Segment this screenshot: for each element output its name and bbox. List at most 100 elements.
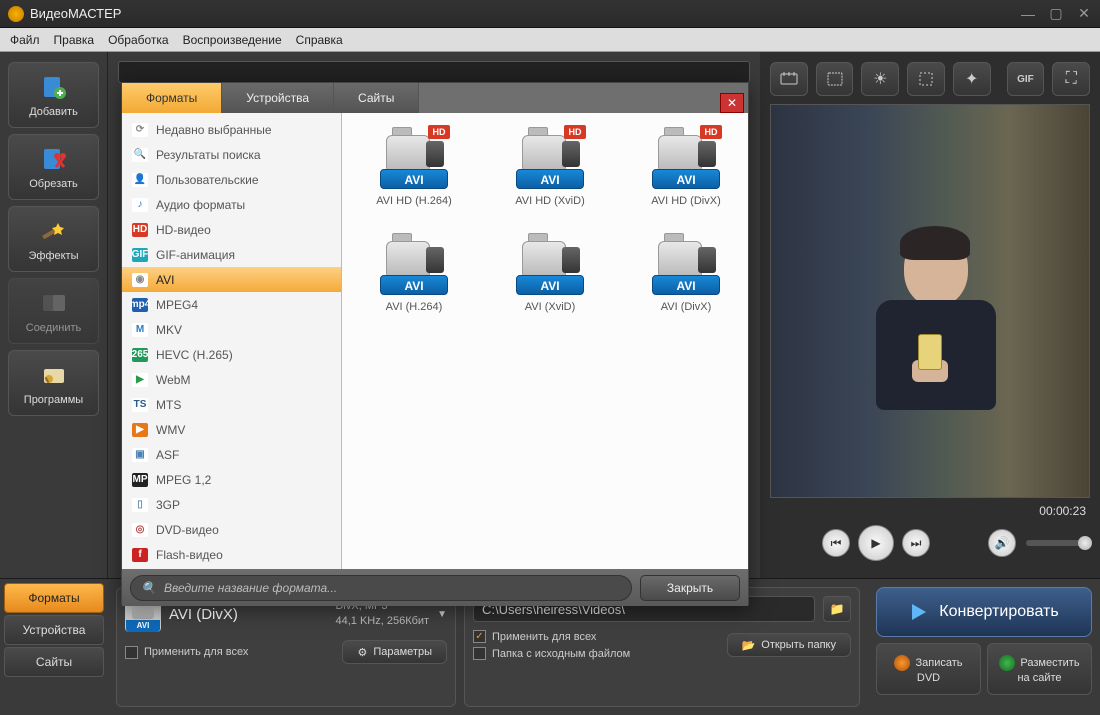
dialog-footer: 🔍 Введите название формата... Закрыть: [122, 569, 748, 606]
format-search-input[interactable]: 🔍 Введите название формата...: [130, 575, 632, 601]
category-icon: ♪: [132, 198, 148, 212]
prev-button[interactable]: ⏮: [822, 529, 850, 557]
category-icon: ▶: [132, 423, 148, 437]
gif-button[interactable]: GIF: [1007, 62, 1045, 96]
format-dialog: ФорматыУстройстваСайты ✕ ⟳Недавно выбранн…: [121, 82, 749, 605]
format-apply-all-checkbox[interactable]: Применить для всех: [125, 646, 248, 659]
dialog-x-button[interactable]: ✕: [720, 93, 744, 113]
category-icon: 🔍: [132, 148, 148, 162]
category-icon: TS: [132, 398, 148, 412]
category-QuickTime (MOV)[interactable]: QQuickTime (MOV): [122, 567, 341, 569]
category-icon: 👤: [132, 173, 148, 187]
open-folder-button[interactable]: 📂Открыть папку: [727, 633, 851, 657]
category-WebM[interactable]: ▶WebM: [122, 367, 341, 392]
format-AVI HD (XviD)[interactable]: AVIHDAVI HD (XviD): [502, 127, 598, 207]
crop-button[interactable]: [907, 62, 945, 96]
format-AVI HD (DivX)[interactable]: AVIHDAVI HD (DivX): [638, 127, 734, 207]
category-MPEG4[interactable]: mp4MPEG4: [122, 292, 341, 317]
crop-icon: [39, 144, 69, 174]
speed-button[interactable]: ✦: [953, 62, 991, 96]
category-MTS[interactable]: TSMTS: [122, 392, 341, 417]
volume-button[interactable]: 🔊: [988, 529, 1016, 557]
dialog-close-button[interactable]: Закрыть: [640, 575, 740, 601]
category-MKV[interactable]: MMKV: [122, 317, 341, 342]
category-icon: ⟳: [132, 123, 148, 137]
publish-button[interactable]: Разместить на сайте: [987, 643, 1092, 695]
category-Результаты поиска[interactable]: 🔍Результаты поиска: [122, 142, 341, 167]
category-icon: ▣: [132, 448, 148, 462]
category-3GP[interactable]: ▯3GP: [122, 492, 341, 517]
footer-tabs: ФорматыУстройстваСайты: [0, 579, 108, 715]
maximize-button[interactable]: ▢: [1048, 7, 1064, 21]
format-AVI (DivX)[interactable]: AVIAVI (DivX): [638, 233, 734, 313]
next-button[interactable]: ⏭: [902, 529, 930, 557]
category-HD-видео[interactable]: HDHD-видео: [122, 217, 341, 242]
left-toolbar: ДобавитьОбрезатьЭффектыСоединитьПрограмм…: [0, 52, 108, 578]
brightness-button[interactable]: ☀: [861, 62, 899, 96]
browse-button[interactable]: 📁: [823, 596, 851, 622]
volume-slider[interactable]: [1026, 540, 1086, 546]
enhance2-button[interactable]: [816, 62, 854, 96]
category-Недавно выбранные[interactable]: ⟳Недавно выбранные: [122, 117, 341, 142]
category-icon: HD: [132, 223, 148, 237]
fx-icon: [39, 216, 69, 246]
right-tool-row: ☀ ✦ GIF ⛶: [770, 62, 1090, 96]
sidebar-fx-button[interactable]: Эффекты: [8, 206, 99, 272]
format-AVI HD (H.264)[interactable]: AVIHDAVI HD (H.264): [366, 127, 462, 207]
category-MPEG 1,2[interactable]: MPMPEG 1,2: [122, 467, 341, 492]
category-icon: MP: [132, 473, 148, 487]
app-logo-icon: [8, 6, 24, 22]
path-apply-all-checkbox[interactable]: Применить для всех: [473, 630, 630, 643]
playback-controls: ⏮ ▶ ⏭ 🔊: [770, 518, 1090, 568]
convert-button[interactable]: Конвертировать: [876, 587, 1092, 637]
format-AVI (H.264)[interactable]: AVIAVI (H.264): [366, 233, 462, 313]
dialog-tab-Форматы[interactable]: Форматы: [122, 83, 222, 113]
action-panel: Конвертировать Записать DVD Разместить н…: [868, 579, 1100, 715]
titlebar: ВидеоМАСТЕР — ▢ ✕: [0, 0, 1100, 28]
menu-Справка[interactable]: Справка: [296, 33, 343, 47]
category-list: ⟳Недавно выбранные🔍Результаты поиска👤Пол…: [122, 113, 342, 569]
preview-content: [866, 230, 1006, 410]
category-HEVC (H.265)[interactable]: 265HEVC (H.265): [122, 342, 341, 367]
video-preview[interactable]: [770, 104, 1090, 498]
menu-Файл[interactable]: Файл: [10, 33, 40, 47]
category-Пользовательские[interactable]: 👤Пользовательские: [122, 167, 341, 192]
params-button[interactable]: ⚙ Параметры: [342, 640, 447, 664]
source-folder-checkbox[interactable]: Папка с исходным файлом: [473, 647, 630, 660]
format-AVI (XviD)[interactable]: AVIAVI (XviD): [502, 233, 598, 313]
category-ASF[interactable]: ▣ASF: [122, 442, 341, 467]
category-icon: ▯: [132, 498, 148, 512]
file-search-input[interactable]: [118, 61, 750, 83]
category-Аудио форматы[interactable]: ♪Аудио форматы: [122, 192, 341, 217]
play-button[interactable]: ▶: [858, 525, 894, 561]
menu-Воспроизведение[interactable]: Воспроизведение: [183, 33, 282, 47]
minimize-button[interactable]: —: [1020, 7, 1036, 21]
menu-Обработка[interactable]: Обработка: [108, 33, 169, 47]
category-AVI[interactable]: ◉AVI: [122, 267, 341, 292]
category-icon: ▶: [132, 373, 148, 387]
sidebar-join-button: Соединить: [8, 278, 99, 344]
category-GIF-анимация[interactable]: GIFGIF-анимация: [122, 242, 341, 267]
footer-tab-Сайты[interactable]: Сайты: [4, 647, 104, 677]
sidebar-crop-button[interactable]: Обрезать: [8, 134, 99, 200]
dialog-tabs: ФорматыУстройстваСайты ✕: [122, 83, 748, 113]
sidebar-prog-button[interactable]: Программы: [8, 350, 99, 416]
sidebar-add-button[interactable]: Добавить: [8, 62, 99, 128]
format-dropdown-icon[interactable]: ▼: [437, 609, 447, 620]
close-button[interactable]: ✕: [1076, 7, 1092, 21]
prog-icon: [39, 360, 69, 390]
category-DVD-видео[interactable]: ◎DVD-видео: [122, 517, 341, 542]
add-icon: [39, 72, 69, 102]
fullscreen-button[interactable]: ⛶: [1052, 62, 1090, 96]
right-pane: ☀ ✦ GIF ⛶ 00:00:23 ⏮ ▶ ⏭ 🔊: [760, 52, 1100, 578]
enhance1-button[interactable]: [770, 62, 808, 96]
category-icon: GIF: [132, 248, 148, 262]
category-WMV[interactable]: ▶WMV: [122, 417, 341, 442]
dialog-tab-Устройства[interactable]: Устройства: [222, 83, 334, 113]
burn-dvd-button[interactable]: Записать DVD: [876, 643, 981, 695]
footer-tab-Форматы[interactable]: Форматы: [4, 583, 104, 613]
footer-tab-Устройства[interactable]: Устройства: [4, 615, 104, 645]
dialog-tab-Сайты[interactable]: Сайты: [334, 83, 419, 113]
menu-Правка[interactable]: Правка: [54, 33, 95, 47]
category-Flash-видео[interactable]: fFlash-видео: [122, 542, 341, 567]
